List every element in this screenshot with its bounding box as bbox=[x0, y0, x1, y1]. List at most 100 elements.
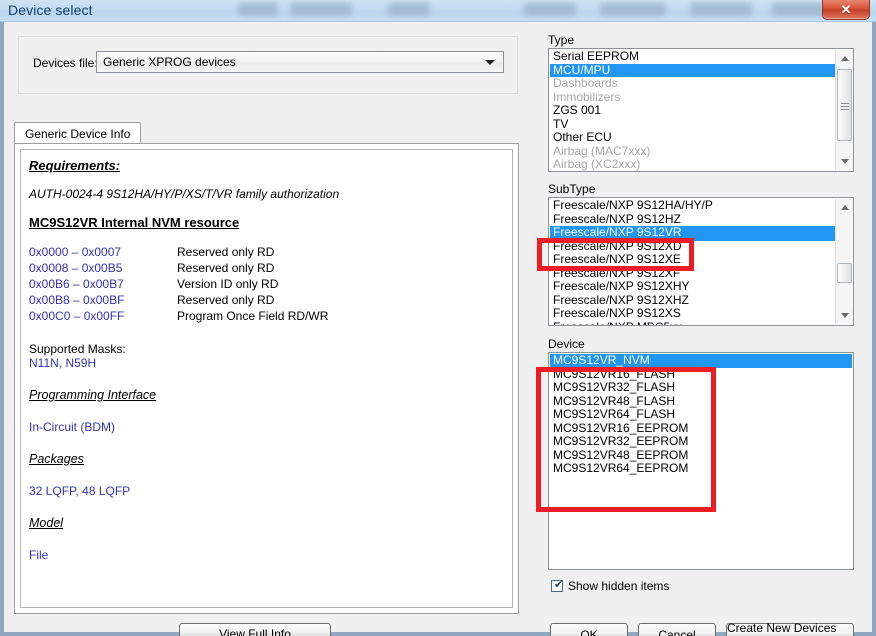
list-item[interactable]: Freescale/NXP 9S12XHZ bbox=[550, 294, 835, 308]
requirements-heading: Requirements: bbox=[29, 158, 121, 173]
show-hidden-items-checkbox[interactable]: ✔ Show hidden items bbox=[551, 579, 669, 593]
device-list-items: MC9S12VR_NVM MC9S12VR16_FLASH MC9S12VR32… bbox=[550, 354, 852, 476]
nvm-desc: Program Once Field RD/WR bbox=[177, 309, 329, 323]
auth-line: AUTH-0024-4 9S12HA/HY/P/XS/T/VR family a… bbox=[29, 187, 340, 201]
subtype-label: SubType bbox=[548, 182, 596, 196]
list-item[interactable]: Freescale/NXP 9S12XF bbox=[550, 267, 835, 281]
subtype-list-items: Freescale/NXP 9S12HA/HY/P Freescale/NXP … bbox=[550, 199, 835, 326]
list-item[interactable]: MC9S12VR48_FLASH bbox=[550, 395, 852, 409]
subtype-scrollbar[interactable] bbox=[835, 199, 853, 324]
list-item[interactable]: Airbag (XC2xxx) bbox=[550, 158, 835, 171]
device-select-window: Device select ✕ Devices file: Generic XP… bbox=[0, 0, 876, 636]
nvm-desc: Version ID only RD bbox=[177, 277, 279, 291]
nvm-range: 0x0000 – 0x0007 bbox=[29, 245, 122, 259]
list-item[interactable]: MC9S12VR48_EEPROM bbox=[550, 449, 852, 463]
tab-generic-device-info[interactable]: Generic Device Info bbox=[14, 122, 142, 144]
list-item[interactable]: MC9S12VR16_FLASH bbox=[550, 368, 852, 382]
list-item[interactable]: Freescale/NXP 9S12XE bbox=[550, 253, 835, 267]
check-icon: ✔ bbox=[554, 579, 564, 591]
redacted-menu-1 bbox=[238, 3, 278, 16]
chevron-down-icon bbox=[485, 60, 495, 65]
list-item[interactable]: Freescale/NXP 9S12HA/HY/P bbox=[550, 199, 835, 213]
list-item[interactable]: Dashboards bbox=[550, 77, 835, 91]
redacted-menu-4 bbox=[524, 3, 576, 16]
device-info-text: Requirements: AUTH-0024-4 9S12HA/HY/P/XS… bbox=[29, 154, 507, 562]
nvm-table: 0x0000 – 0x0007 Reserved only RD 0x0008 … bbox=[29, 244, 507, 324]
type-scrollbar[interactable] bbox=[835, 50, 853, 170]
list-item-selected[interactable]: MC9S12VR_NVM bbox=[550, 354, 852, 368]
show-hidden-items-label: Show hidden items bbox=[568, 579, 670, 593]
list-item[interactable]: MC9S12VR64_EEPROM bbox=[550, 462, 852, 476]
list-item[interactable]: MC9S12VR64_FLASH bbox=[550, 408, 852, 422]
device-label: Device bbox=[548, 337, 585, 351]
model-heading: Model bbox=[29, 516, 64, 530]
supported-masks-label: Supported Masks: bbox=[29, 342, 126, 356]
list-item[interactable]: Other ECU bbox=[550, 131, 835, 145]
redacted-menu-3 bbox=[388, 3, 430, 16]
type-listbox[interactable]: Serial EEPROM MCU/MPU Dashboards Immobil… bbox=[548, 48, 854, 172]
redacted-menu-5 bbox=[600, 3, 666, 16]
list-item-selected[interactable]: MCU/MPU bbox=[550, 63, 835, 77]
nvm-range: 0x00B8 – 0x00BF bbox=[29, 293, 125, 307]
tab-strip: Generic Device Info bbox=[14, 122, 519, 144]
list-item-selected[interactable]: Freescale/NXP 9S12VR bbox=[550, 226, 835, 240]
list-item[interactable]: Immobilizers bbox=[550, 91, 835, 105]
list-item[interactable]: Freescale/NXP 9S12XHY bbox=[550, 280, 835, 294]
scroll-down-icon[interactable] bbox=[836, 307, 853, 324]
type-list-items: Serial EEPROM MCU/MPU Dashboards Immobil… bbox=[550, 50, 835, 171]
programming-interface-value: In-Circuit (BDM) bbox=[29, 420, 115, 434]
nvm-row: 0x00C0 – 0x00FF Program Once Field RD/WR bbox=[29, 308, 507, 324]
tab-page: Requirements: AUTH-0024-4 9S12HA/HY/P/XS… bbox=[14, 143, 519, 614]
nvm-row: 0x0000 – 0x0007 Reserved only RD bbox=[29, 244, 507, 260]
checkbox-box: ✔ bbox=[551, 579, 564, 592]
close-icon: ✕ bbox=[840, 1, 852, 17]
list-item[interactable]: TV bbox=[550, 118, 835, 132]
devices-file-group: Devices file: Generic XPROG devices bbox=[18, 36, 518, 94]
ok-button[interactable]: OK bbox=[550, 623, 628, 636]
nvm-range: 0x00B6 – 0x00B7 bbox=[29, 277, 124, 291]
nvm-desc: Reserved only RD bbox=[177, 261, 275, 275]
title-bar: Device select ✕ bbox=[0, 0, 876, 22]
nvm-desc: Reserved only RD bbox=[177, 245, 275, 259]
list-item[interactable]: MC9S12VR16_EEPROM bbox=[550, 422, 852, 436]
create-new-devices-file-button[interactable]: Create New Devices File bbox=[726, 621, 854, 636]
scrollbar-thumb[interactable] bbox=[837, 263, 852, 283]
list-item[interactable]: Serial EEPROM bbox=[550, 50, 835, 64]
scroll-down-icon[interactable] bbox=[836, 153, 853, 170]
window-title: Device select bbox=[8, 2, 93, 18]
nvm-desc: Reserved only RD bbox=[177, 293, 275, 307]
view-full-info-button[interactable]: View Full Info bbox=[179, 623, 331, 636]
cancel-button[interactable]: Cancel bbox=[638, 623, 716, 636]
devices-file-value: Generic XPROG devices bbox=[103, 55, 236, 69]
subtype-listbox[interactable]: Freescale/NXP 9S12HA/HY/P Freescale/NXP … bbox=[548, 197, 854, 326]
list-item[interactable]: ZGS 001 bbox=[550, 104, 835, 118]
packages-value: 32 LQFP, 48 LQFP bbox=[29, 484, 131, 498]
redacted-menu-7 bbox=[772, 3, 824, 16]
scrollbar-thumb[interactable] bbox=[837, 69, 852, 141]
nvm-range: 0x0008 – 0x00B5 bbox=[29, 261, 123, 275]
nvm-row: 0x00B8 – 0x00BF Reserved only RD bbox=[29, 292, 507, 308]
list-item[interactable]: Freescale/NXP 9S12HZ bbox=[550, 213, 835, 227]
redacted-menu-6 bbox=[690, 3, 752, 16]
list-item[interactable]: MC9S12VR32_FLASH bbox=[550, 381, 852, 395]
devices-file-label: Devices file: bbox=[33, 56, 98, 70]
scroll-up-icon[interactable] bbox=[836, 199, 853, 216]
type-label: Type bbox=[548, 33, 575, 47]
close-button[interactable]: ✕ bbox=[822, 0, 870, 20]
list-item[interactable]: Freescale/NXP 9S12XS bbox=[550, 307, 835, 321]
nvm-heading: MC9S12VR Internal NVM resource bbox=[29, 215, 240, 230]
scroll-up-icon[interactable] bbox=[836, 50, 853, 67]
list-item[interactable]: Airbag (MAC7xxx) bbox=[550, 145, 835, 159]
device-info-panel: Requirements: AUTH-0024-4 9S12HA/HY/P/XS… bbox=[20, 149, 513, 608]
client-area: Devices file: Generic XPROG devices Gene… bbox=[4, 22, 872, 636]
nvm-row: 0x00B6 – 0x00B7 Version ID only RD bbox=[29, 276, 507, 292]
list-item[interactable]: Freescale/NXP 9S12XD bbox=[550, 240, 835, 254]
list-item[interactable]: Freescale/NXP MPC5xx bbox=[550, 321, 835, 326]
list-item[interactable]: MC9S12VR32_EEPROM bbox=[550, 435, 852, 449]
device-listbox[interactable]: MC9S12VR_NVM MC9S12VR16_FLASH MC9S12VR32… bbox=[548, 352, 854, 570]
programming-interface-heading: Programming Interface bbox=[29, 388, 157, 402]
redacted-menu-2 bbox=[290, 3, 352, 16]
supported-masks-value: N11N, N59H bbox=[29, 356, 97, 370]
devices-file-combobox[interactable]: Generic XPROG devices bbox=[96, 51, 504, 73]
nvm-row: 0x0008 – 0x00B5 Reserved only RD bbox=[29, 260, 507, 276]
